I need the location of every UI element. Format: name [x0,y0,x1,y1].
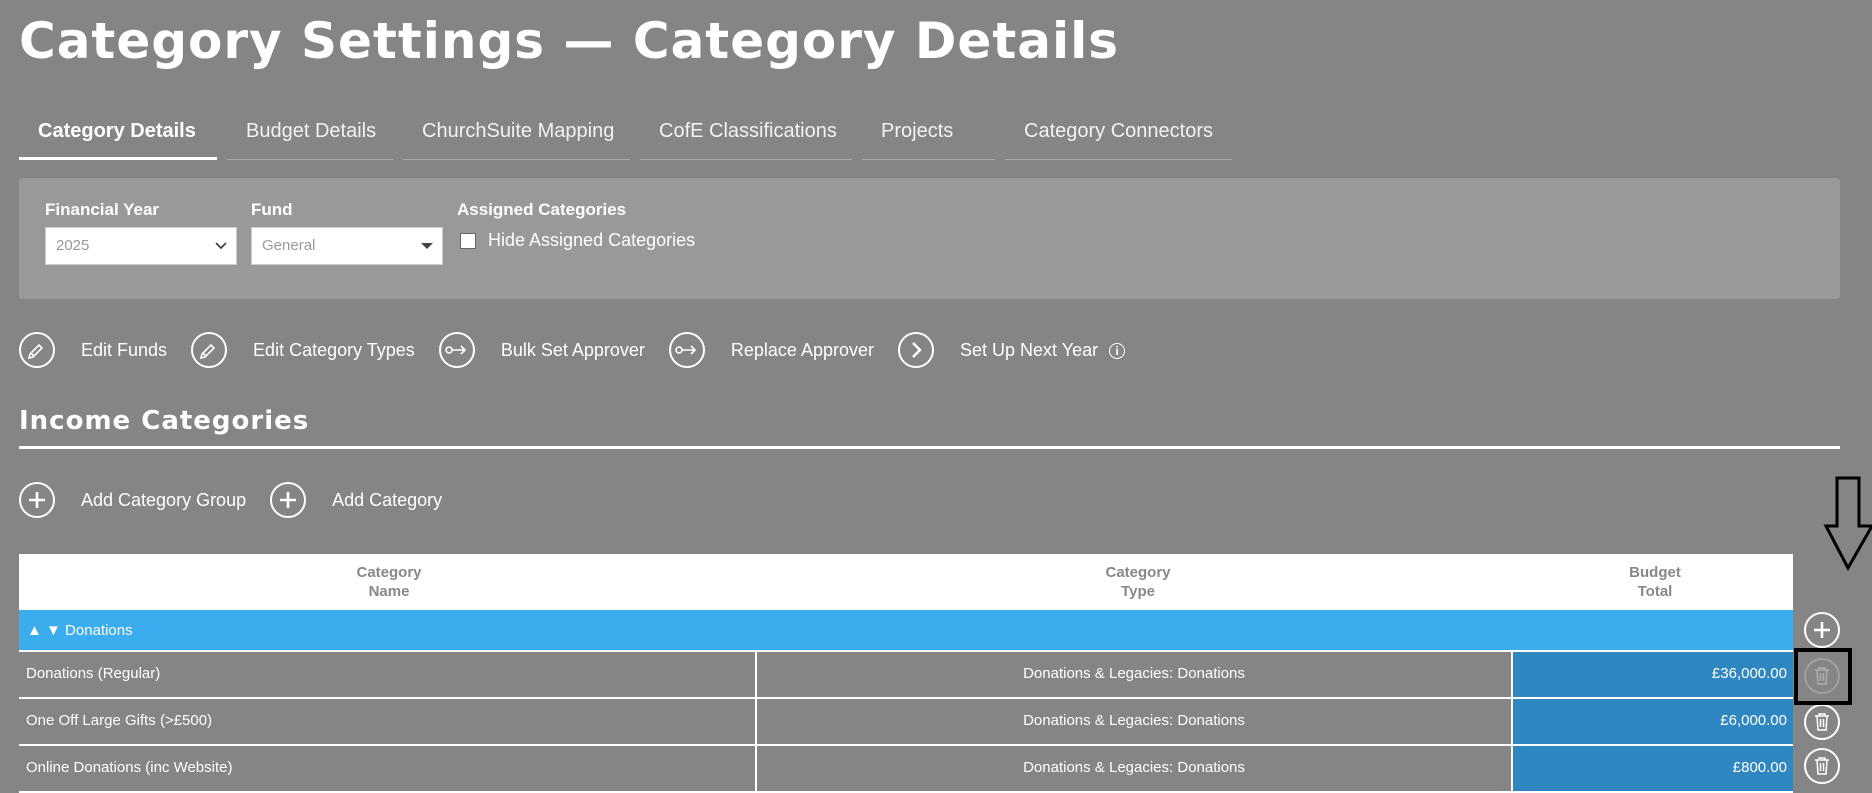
info-icon[interactable]: i [1109,342,1126,359]
category-group-row[interactable]: ▲ ▼ Donations [19,610,1793,652]
category-name-cell: Donations (Regular) [19,652,757,697]
section-divider [19,446,1840,449]
bulk-set-approver-label: Bulk Set Approver [500,339,645,360]
delete-row-button[interactable] [1804,704,1840,740]
add-category-label: Add Category [332,489,443,510]
tab-cofe-classifications[interactable]: CofE Classifications [640,114,852,160]
highlight-annotation-box [1794,648,1852,705]
income-categories-heading: Income Categories [19,406,310,436]
category-type-cell: Donations & Legacies: Donations [757,699,1513,744]
replace-approver-label: Replace Approver [730,339,874,360]
category-name-cell: One Off Large Gifts (>£500) [19,699,757,744]
edit-funds-label: Edit Funds [81,339,168,360]
tab-churchsuite-mapping[interactable]: ChurchSuite Mapping [403,114,630,160]
fund-value: General [262,237,316,254]
filter-panel: Financial Year 2025 Fund General Assigne… [19,178,1840,299]
add-category-button[interactable]: Add Category [270,482,442,518]
fund-select[interactable]: General [251,227,443,265]
group-name: Donations [65,622,133,639]
trash-icon [1815,713,1829,731]
hide-assigned-label[interactable]: Hide Assigned Categories [488,230,695,251]
plus-icon [19,482,55,518]
caret-down-icon [420,228,434,278]
budget-total-cell: £6,000.00 [1513,699,1793,744]
table-row[interactable]: Donations (Regular) Donations & Legacies… [19,652,1793,699]
reorder-arrows-icon[interactable]: ▲ ▼ [27,622,61,639]
income-categories-table: Category Name Category Type Budget Total ▲ … [19,554,1793,793]
budget-total-cell: £800.00 [1513,746,1793,791]
column-header-type[interactable]: Category Type [759,554,1517,610]
tab-budget-details[interactable]: Budget Details [227,114,393,160]
financial-year-value: 2025 [56,237,90,254]
tab-projects[interactable]: Projects [862,114,995,160]
plus-icon [1814,622,1830,638]
income-toolbar: Add Category Group Add Category [19,482,466,518]
add-to-group-button[interactable] [1804,612,1840,648]
tab-category-connectors[interactable]: Category Connectors [1005,114,1232,160]
replace-approver-button[interactable]: Replace Approver [668,332,874,368]
pencil-icon [191,332,228,368]
financial-year-label: Financial Year [45,200,160,219]
set-up-next-year-button[interactable]: Set Up Next Year i [898,332,1126,368]
table-row[interactable]: Online Donations (inc Website) Donations… [19,746,1793,793]
chevron-right-icon [898,332,934,368]
table-header: Category Name Category Type Budget Total [19,554,1793,610]
page-title: Category Settings — Category Details [19,12,1120,70]
financial-year-select[interactable]: 2025 [45,227,237,265]
key-arrow-icon [438,332,475,368]
chevron-down-icon [214,228,228,278]
edit-category-types-label: Edit Category Types [253,339,415,360]
pencil-icon [19,332,55,368]
table-row[interactable]: One Off Large Gifts (>£500) Donations & … [19,699,1793,746]
delete-row-button[interactable] [1804,748,1840,784]
bulk-set-approver-button[interactable]: Bulk Set Approver [438,332,645,368]
fund-label: Fund [251,200,293,219]
budget-total-cell: £36,000.00 [1513,652,1793,697]
add-category-group-label: Add Category Group [81,489,247,510]
key-arrow-icon [668,332,705,368]
down-arrow-annotation-icon [1823,476,1872,572]
edit-funds-button[interactable]: Edit Funds [19,332,167,368]
tab-bar: Category Details Budget Details ChurchSu… [19,114,1242,162]
add-category-group-button[interactable]: Add Category Group [19,482,246,518]
column-header-name[interactable]: Category Name [19,554,759,610]
category-name-cell: Online Donations (inc Website) [19,746,757,791]
category-type-cell: Donations & Legacies: Donations [757,652,1513,697]
tab-category-details[interactable]: Category Details [19,114,217,160]
category-toolbar: Edit Funds Edit Category Types Bulk Set … [19,332,1149,368]
column-header-budget[interactable]: Budget Total [1517,554,1793,610]
set-up-next-year-label: Set Up Next Year [960,339,1099,360]
edit-category-types-button[interactable]: Edit Category Types [191,332,415,368]
assigned-categories-label: Assigned Categories [457,200,627,219]
trash-icon [1815,757,1829,775]
plus-icon [270,482,307,518]
hide-assigned-checkbox[interactable] [460,233,476,249]
category-type-cell: Donations & Legacies: Donations [757,746,1513,791]
